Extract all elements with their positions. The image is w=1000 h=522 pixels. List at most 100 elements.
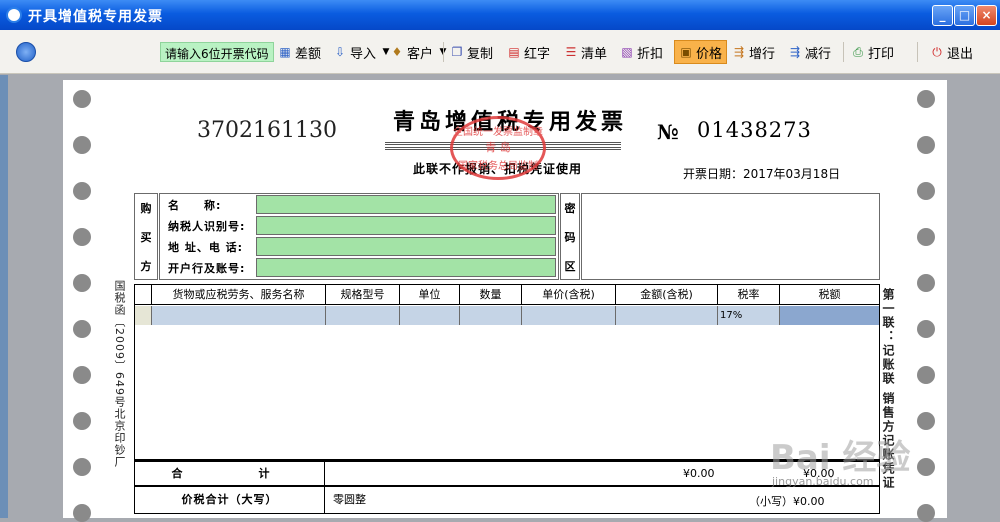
cell-tax-rate[interactable]: 17% <box>717 306 779 325</box>
header-blank <box>135 285 151 304</box>
capital-total-row: 价税合计（大写） 零圆整 （小写）¥0.00 <box>134 486 880 514</box>
small-total-value: （小写）¥0.00 <box>749 495 825 508</box>
list-button[interactable]: ☰ 清单 <box>564 42 607 62</box>
discount-button[interactable]: ▧ 折扣 <box>620 42 663 62</box>
red-invoice-button[interactable]: ▤ 红字 <box>507 42 550 62</box>
list-label: 清单 <box>581 46 608 62</box>
buyer-char: 购 <box>140 202 152 215</box>
buyer-taxid-label: 纳税人识别号: <box>168 220 246 233</box>
cell-goods-name[interactable] <box>151 306 325 325</box>
red-invoice-icon: ▤ <box>508 45 520 59</box>
perforation-hole <box>73 90 91 108</box>
cell-amount[interactable] <box>615 306 717 325</box>
printer-note: 国税函〔2009〕649号北京印钞厂 <box>113 280 126 468</box>
window-left-edge <box>0 75 8 518</box>
maximize-button[interactable]: □ <box>954 5 975 26</box>
app-icon <box>6 7 22 23</box>
buyer-address-label: 地 址、电 话: <box>168 241 244 254</box>
copy-label: 复制 <box>467 46 494 62</box>
cell-unit[interactable] <box>399 306 459 325</box>
close-button[interactable]: × <box>976 5 997 26</box>
price-label: 价格 <box>696 46 723 62</box>
buyer-name-label: 名 称: <box>168 199 222 212</box>
buyer-address-row: 地 址、电 话: <box>160 236 558 257</box>
invoice-window: 开具增值税专用发票 _ □ × 请输入6位开票代码 ▦ 差额 ⇩ 导入 ▼ ♦ … <box>0 0 1000 522</box>
toolbar-divider <box>843 42 844 62</box>
toolbar: 请输入6位开票代码 ▦ 差额 ⇩ 导入 ▼ ♦ 客户 ▼ ❐ 复制 ▤ 红字 ☰… <box>0 30 1000 74</box>
minimize-button[interactable]: _ <box>932 5 953 26</box>
perforation-hole <box>917 320 935 338</box>
header-amount: 金额(含税) <box>615 285 717 304</box>
buyer-bank-row: 开户行及账号: <box>160 257 558 278</box>
list-icon: ☰ <box>565 45 577 59</box>
buyer-address-input[interactable] <box>256 237 556 256</box>
perforation-hole <box>917 274 935 292</box>
price-button[interactable]: ▣ 价格 <box>674 40 728 64</box>
header-goods-name: 货物或应税劳务、服务名称 <box>151 285 325 304</box>
invoice-code-input[interactable]: 请输入6位开票代码 <box>160 42 274 62</box>
buyer-bank-input[interactable] <box>256 258 556 277</box>
perforation-hole <box>73 504 91 522</box>
perforation-hole <box>73 274 91 292</box>
perforation-hole <box>917 136 935 154</box>
print-button[interactable]: ⎙ 打印 <box>851 42 894 62</box>
buyer-bank-label: 开户行及账号: <box>168 262 246 275</box>
total-label: 合 计 <box>135 462 325 486</box>
header-spec: 规格型号 <box>325 285 399 304</box>
customer-icon: ♦ <box>391 45 403 59</box>
items-header-row: 货物或应税劳务、服务名称 规格型号 单位 数量 单价(含税) 金额(含税) 税率… <box>135 285 879 305</box>
row-selector[interactable] <box>135 306 151 325</box>
cipher-char: 码 <box>564 231 576 244</box>
perforation-hole <box>917 228 935 246</box>
cell-tax[interactable] <box>779 306 879 325</box>
capital-total-value: 零圆整 <box>333 493 366 506</box>
perforation-hole <box>73 320 91 338</box>
customer-label: 客户 <box>407 46 434 62</box>
buyer-fields: 名 称: 纳税人识别号: 地 址、电 话: 开户行及账号: <box>159 193 559 280</box>
discount-label: 折扣 <box>637 46 664 62</box>
customer-button[interactable]: ♦ 客户 ▼ <box>390 42 450 62</box>
header-qty: 数量 <box>459 285 521 304</box>
invoice-date: 开票日期：2017年03月18日 <box>683 167 841 181</box>
buyer-section-label: 购 买 方 <box>134 193 158 280</box>
cell-spec[interactable] <box>325 306 399 325</box>
cipher-char: 区 <box>564 260 576 273</box>
difference-button[interactable]: ▦ 差额 <box>278 42 321 62</box>
perforation-hole <box>73 458 91 476</box>
remove-row-button[interactable]: ⇶ 减行 <box>788 42 831 62</box>
import-icon: ⇩ <box>334 45 346 59</box>
number-symbol: № <box>657 120 679 144</box>
exit-label: 退出 <box>947 46 974 62</box>
perforation-hole <box>917 458 935 476</box>
tax-logo-icon <box>16 42 36 62</box>
cell-qty[interactable] <box>459 306 521 325</box>
perforation-hole <box>73 366 91 384</box>
add-row-icon: ⇶ <box>733 45 745 59</box>
seal-center-text: 青 岛 <box>485 141 511 154</box>
exit-button[interactable]: ⏻ 退出 <box>930 42 973 62</box>
invoice-code: 3702161130 <box>197 118 337 143</box>
perforation-hole <box>917 366 935 384</box>
header-unit-price: 单价(含税) <box>521 285 615 304</box>
perforation-hole <box>73 136 91 154</box>
print-icon: ⎙ <box>853 45 863 59</box>
buyer-name-input[interactable] <box>256 195 556 214</box>
perforation-hole <box>917 504 935 522</box>
cell-unit-price[interactable] <box>521 306 615 325</box>
grid-icon: ▦ <box>279 45 291 59</box>
window-title: 开具增值税专用发票 <box>28 9 163 25</box>
add-row-label: 增行 <box>749 46 776 62</box>
title-bar: 开具增值税专用发票 _ □ × <box>0 0 1000 30</box>
perforation-hole <box>73 182 91 200</box>
header-tax: 税额 <box>779 285 879 304</box>
perforation-hole <box>917 412 935 430</box>
copy-button[interactable]: ❐ 复制 <box>450 42 493 62</box>
buyer-taxid-input[interactable] <box>256 216 556 235</box>
header-tax-rate: 税率 <box>717 285 779 304</box>
import-label: 导入 <box>350 46 377 62</box>
perforation-hole <box>917 90 935 108</box>
import-button[interactable]: ⇩ 导入 ▼ <box>333 42 393 62</box>
table-row[interactable]: 17% <box>135 306 879 325</box>
difference-label: 差额 <box>295 46 322 62</box>
add-row-button[interactable]: ⇶ 增行 <box>732 42 775 62</box>
